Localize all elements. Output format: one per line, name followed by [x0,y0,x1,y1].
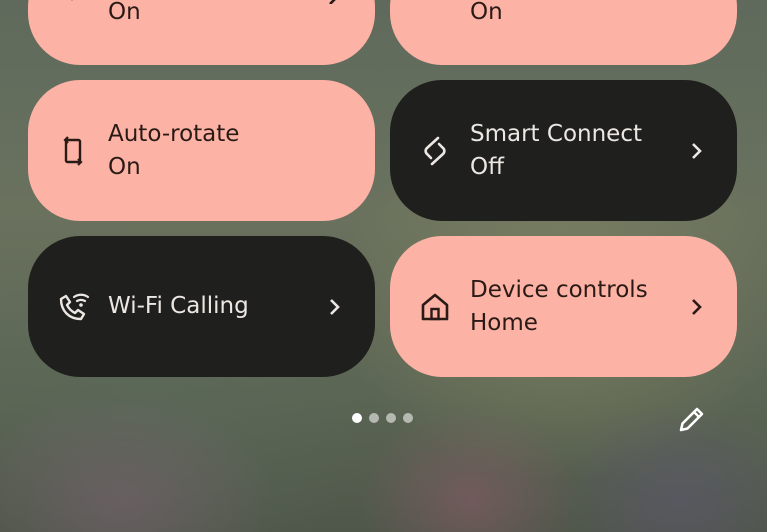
tile-wifi-calling[interactable]: Wi-Fi Calling [28,236,375,377]
page-dot[interactable] [403,413,413,423]
tile-top-right[interactable]: On [390,0,737,65]
tile-status: Home [470,309,538,336]
tile-smart-connect[interactable]: Smart Connect Off [390,80,737,221]
partial-tile-icon [418,0,452,11]
page-indicator [352,413,413,423]
page-dot[interactable] [352,413,362,423]
edit-tiles-button[interactable] [676,403,708,435]
tile-auto-rotate[interactable]: Auto-rotate On [28,80,375,221]
tile-device-controls[interactable]: Device controls Home [390,236,737,377]
tile-label: Wi-Fi Calling [108,293,249,319]
chevron-right-icon [687,297,707,317]
home-icon [418,290,452,324]
tile-status: Off [470,153,504,180]
chevron-right-icon [325,297,345,317]
wifi-calling-icon [56,290,90,324]
page-dot[interactable] [386,413,396,423]
smart-connect-icon [418,134,452,168]
partial-tile-icon [56,0,90,11]
tile-label: Smart Connect [470,120,642,147]
chevron-right-icon [687,141,707,161]
tile-status: On [470,0,503,25]
page-dot[interactable] [369,413,379,423]
tile-label: Auto-rotate [108,120,240,147]
chevron-right-icon [325,0,345,7]
tile-top-left[interactable]: On [28,0,375,65]
tile-label: Device controls [470,276,648,303]
tile-status: On [108,0,141,25]
pencil-icon [679,407,704,432]
tile-status: On [108,153,141,180]
screen-rotate-icon [56,134,90,168]
